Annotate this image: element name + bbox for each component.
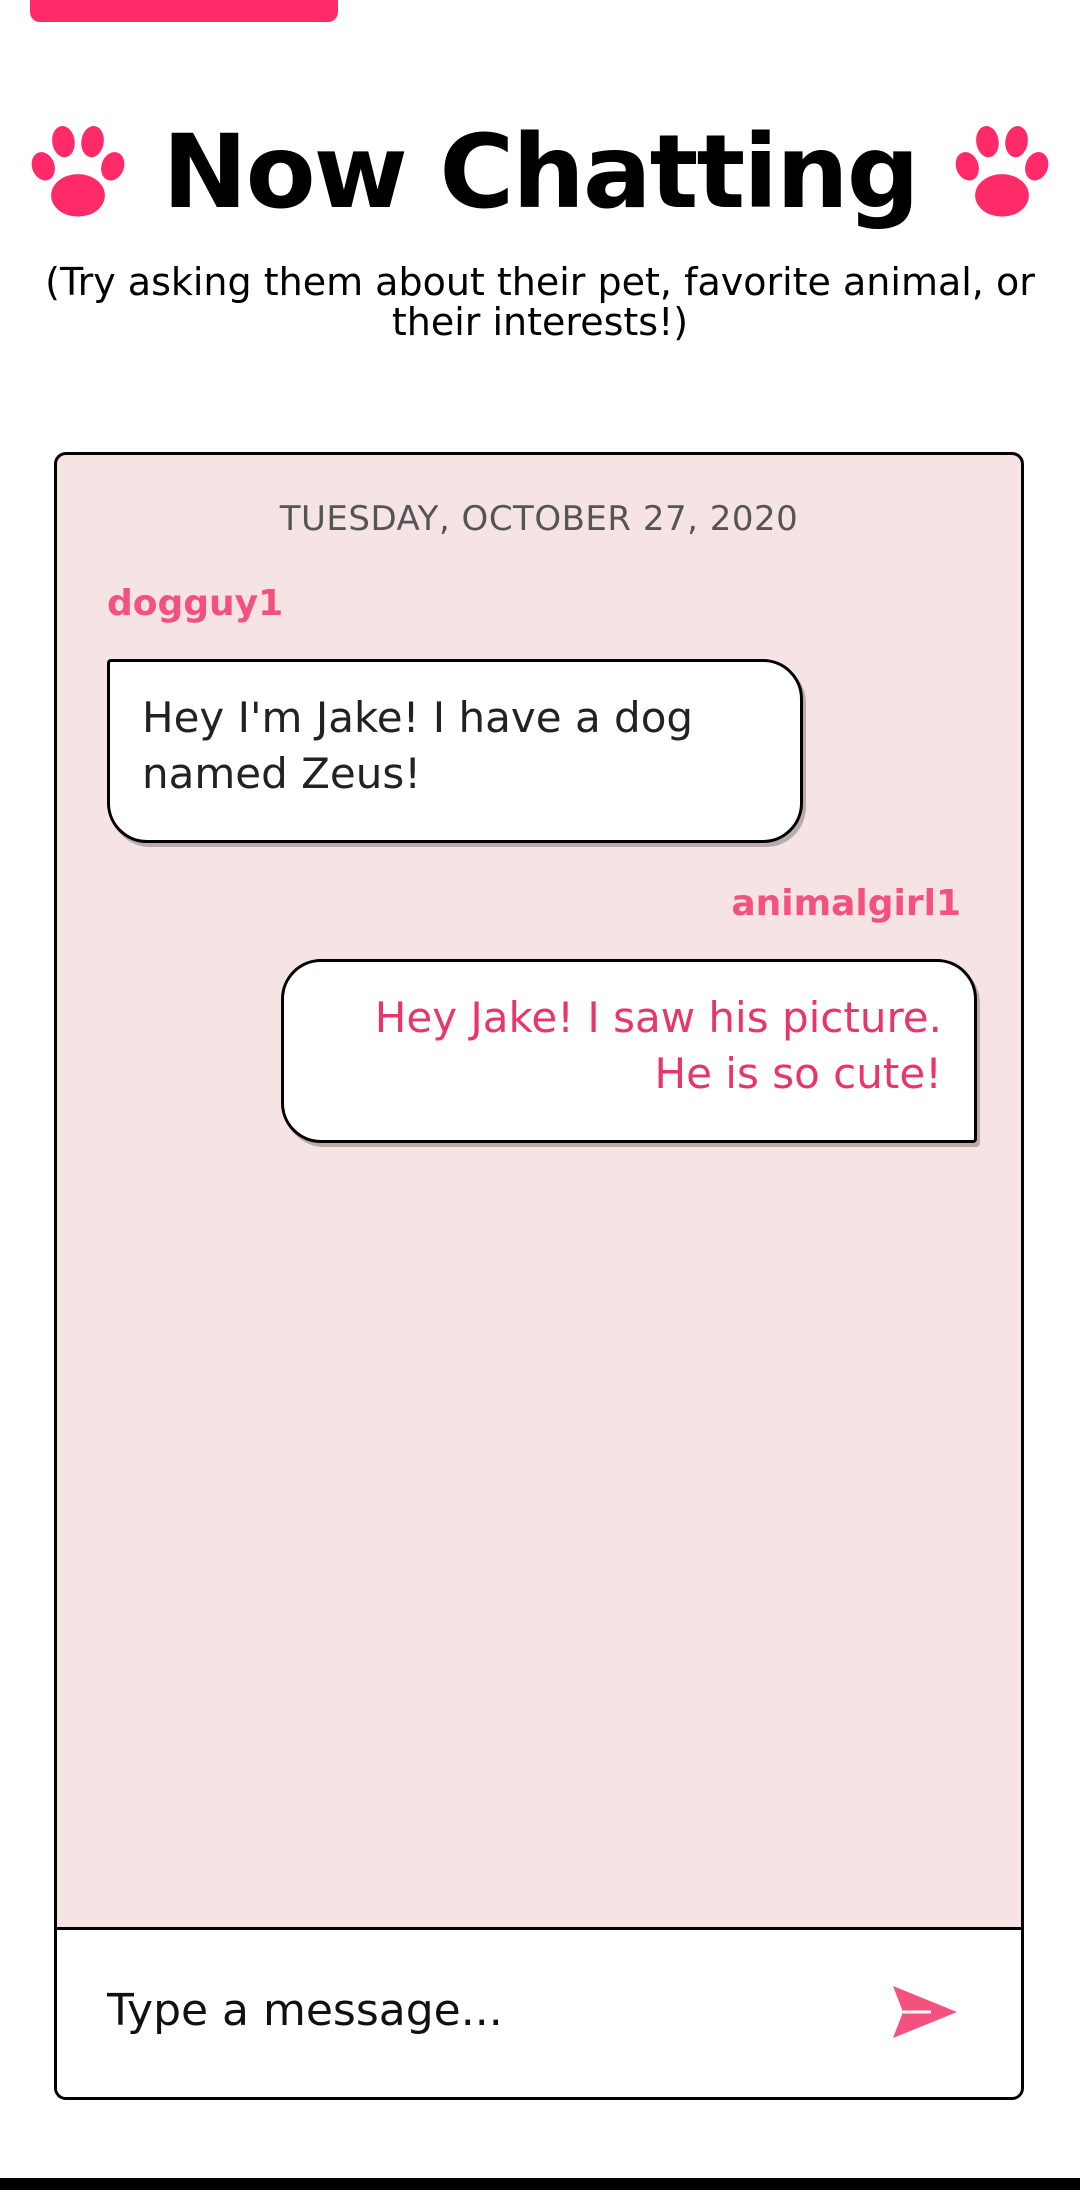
sender-name: animalgirl1 (731, 883, 961, 924)
send-icon (893, 1986, 957, 2038)
page-header: Now Chatting (0, 108, 1080, 238)
page-subtitle: (Try asking them about their pet, favori… (45, 260, 1035, 344)
paw-icon (31, 126, 125, 217)
paw-icon (955, 126, 1049, 217)
navigation-bar (0, 2178, 1080, 2190)
sender-name: dogguy1 (107, 583, 284, 624)
message-composer (57, 1927, 1021, 2097)
page-title: Now Chatting (162, 113, 920, 232)
message-input[interactable] (107, 1970, 847, 2050)
top-button[interactable] (30, 0, 338, 22)
chat-window: TUESDAY, OCTOBER 27, 2020 dogguy1 Hey I'… (54, 452, 1024, 2100)
outgoing-message-bubble: Hey Jake! I saw his picture. He is so cu… (281, 959, 977, 1143)
send-button[interactable] (891, 1982, 961, 2042)
date-divider: TUESDAY, OCTOBER 27, 2020 (279, 499, 799, 539)
incoming-message-bubble: Hey I'm Jake! I have a dog named Zeus! (107, 659, 803, 843)
